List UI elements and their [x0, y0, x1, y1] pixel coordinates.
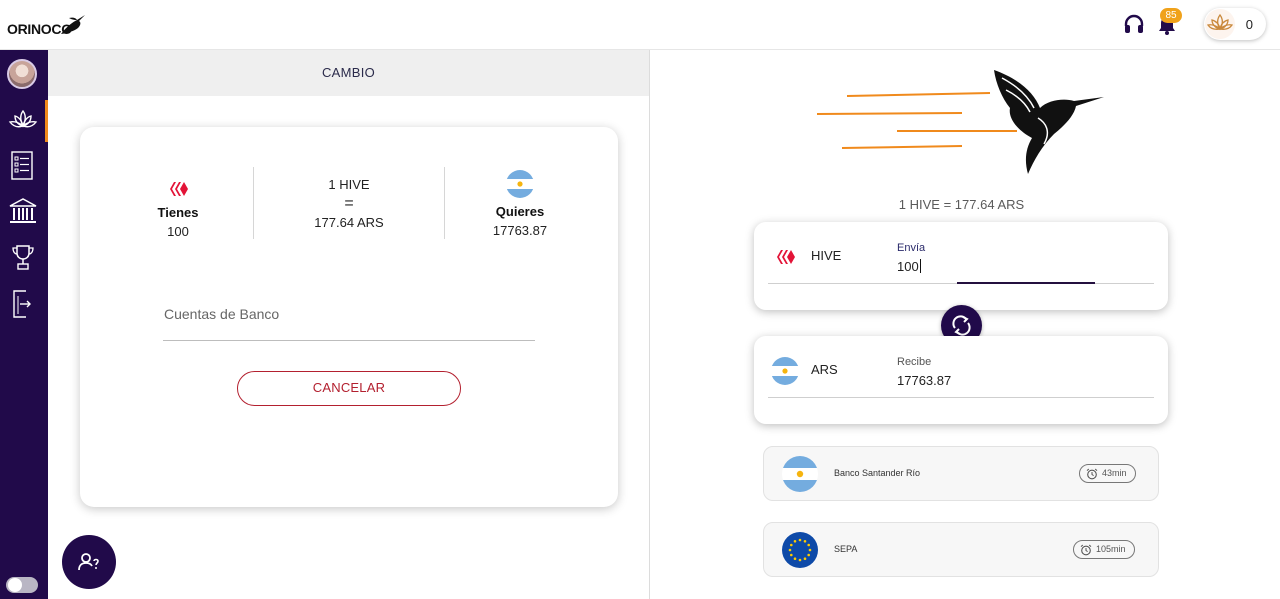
column-divider: [444, 167, 445, 239]
bank-icon: [9, 198, 37, 223]
receive-amount: 17763.87: [897, 373, 952, 388]
rate-line-3: 177.64 ARS: [314, 215, 384, 230]
hummingbird-logo-icon: [61, 15, 85, 34]
hive-logo-icon: [170, 182, 188, 196]
exchange-summary-card: Tienes 100 1 HIVE = 177.64 ARS Quieres 1…: [80, 127, 618, 507]
send-input-focus-bar: [957, 282, 1095, 284]
rate-column: 1 HIVE = 177.64 ARS: [284, 175, 414, 232]
user-question-icon: [78, 553, 99, 571]
bank-option[interactable]: Banco Santander Río 43min: [763, 446, 1159, 501]
receive-label: Recibe: [897, 356, 932, 368]
orinoco-logo[interactable]: ORINOCO: [7, 12, 87, 42]
want-value: 17763.87: [492, 223, 548, 238]
headset-support-icon[interactable]: [1122, 12, 1146, 36]
theme-toggle[interactable]: [6, 577, 38, 593]
bank-option-name: Banco Santander Río: [834, 468, 921, 478]
send-label: Envía: [897, 242, 926, 254]
top-bar: ORINOCO 85 0: [0, 0, 1280, 50]
argentina-flag-icon: [782, 456, 818, 492]
toggle-knob: [8, 578, 22, 592]
send-currency: HIVE: [811, 248, 842, 263]
sidebar-item-lotus[interactable]: [0, 100, 48, 144]
exchange-form-pane: 1 HIVE = 177.64 ARS HIVE Envía 100 ARS R…: [650, 50, 1280, 599]
rate-equals: =: [344, 195, 354, 212]
argentina-flag-icon: [771, 357, 799, 385]
sidebar-item-checklist[interactable]: [0, 144, 48, 188]
sidebar-item-exit[interactable]: [0, 282, 48, 326]
send-amount-value: 100: [897, 259, 919, 274]
hive-logo-icon: [777, 250, 795, 264]
receive-input-underline: [768, 397, 1154, 398]
receive-currency: ARS: [811, 362, 838, 377]
section-title: CAMBIO: [48, 50, 649, 96]
lotus-avatar-icon: [1205, 9, 1235, 39]
have-label: Tienes: [157, 205, 199, 220]
sidebar-item-trophy[interactable]: [0, 236, 48, 280]
bank-accounts-placeholder: Cuentas de Banco: [164, 306, 280, 322]
points-value: 0: [1245, 17, 1253, 32]
send-amount-input[interactable]: 100: [897, 259, 921, 274]
bank-option-time-value: 105min: [1096, 544, 1126, 554]
bank-option-time: 105min: [1073, 540, 1135, 559]
bank-option[interactable]: SEPA 105min: [763, 522, 1159, 577]
exchange-summary-pane: CAMBIO Tienes 100 1 HIVE = 177.64 ARS Qu…: [48, 50, 649, 599]
bank-option-time: 43min: [1079, 464, 1136, 483]
argentina-flag-icon: [506, 170, 534, 198]
alarm-clock-icon: [1080, 544, 1092, 556]
alarm-clock-icon: [1086, 468, 1098, 480]
want-label: Quieres: [495, 204, 545, 219]
hummingbird-speed-illustration: [816, 70, 1104, 174]
bank-accounts-select[interactable]: Cuentas de Banco: [163, 303, 535, 341]
exit-icon: [13, 290, 31, 318]
sidebar-item-bank[interactable]: [0, 190, 48, 234]
send-card: HIVE Envía 100: [754, 222, 1168, 310]
receive-card: ARS Recibe 17763.87: [754, 336, 1168, 424]
text-caret: [919, 259, 921, 273]
have-column: Tienes 100: [128, 165, 228, 239]
column-divider: [253, 167, 254, 239]
cancel-button[interactable]: CANCELAR: [237, 371, 461, 406]
exchange-rate-text: 1 HIVE = 177.64 ARS: [898, 197, 1025, 212]
trophy-icon: [12, 245, 34, 270]
want-column: Quieres 17763.87: [470, 165, 570, 238]
eu-flag-icon: [782, 532, 818, 568]
notification-badge: 85: [1160, 8, 1182, 23]
have-value: 100: [167, 224, 189, 239]
bank-option-name: SEPA: [834, 544, 858, 554]
rate-line-1: 1 HIVE: [328, 177, 370, 192]
lotus-icon: [8, 109, 38, 128]
swap-refresh-icon: [952, 315, 971, 336]
help-button[interactable]: [62, 535, 116, 589]
sidebar: [0, 50, 48, 599]
bank-option-time-value: 43min: [1102, 468, 1127, 478]
user-avatar[interactable]: [7, 59, 37, 89]
points-pill[interactable]: 0: [1204, 8, 1266, 40]
checklist-icon: [11, 151, 33, 180]
